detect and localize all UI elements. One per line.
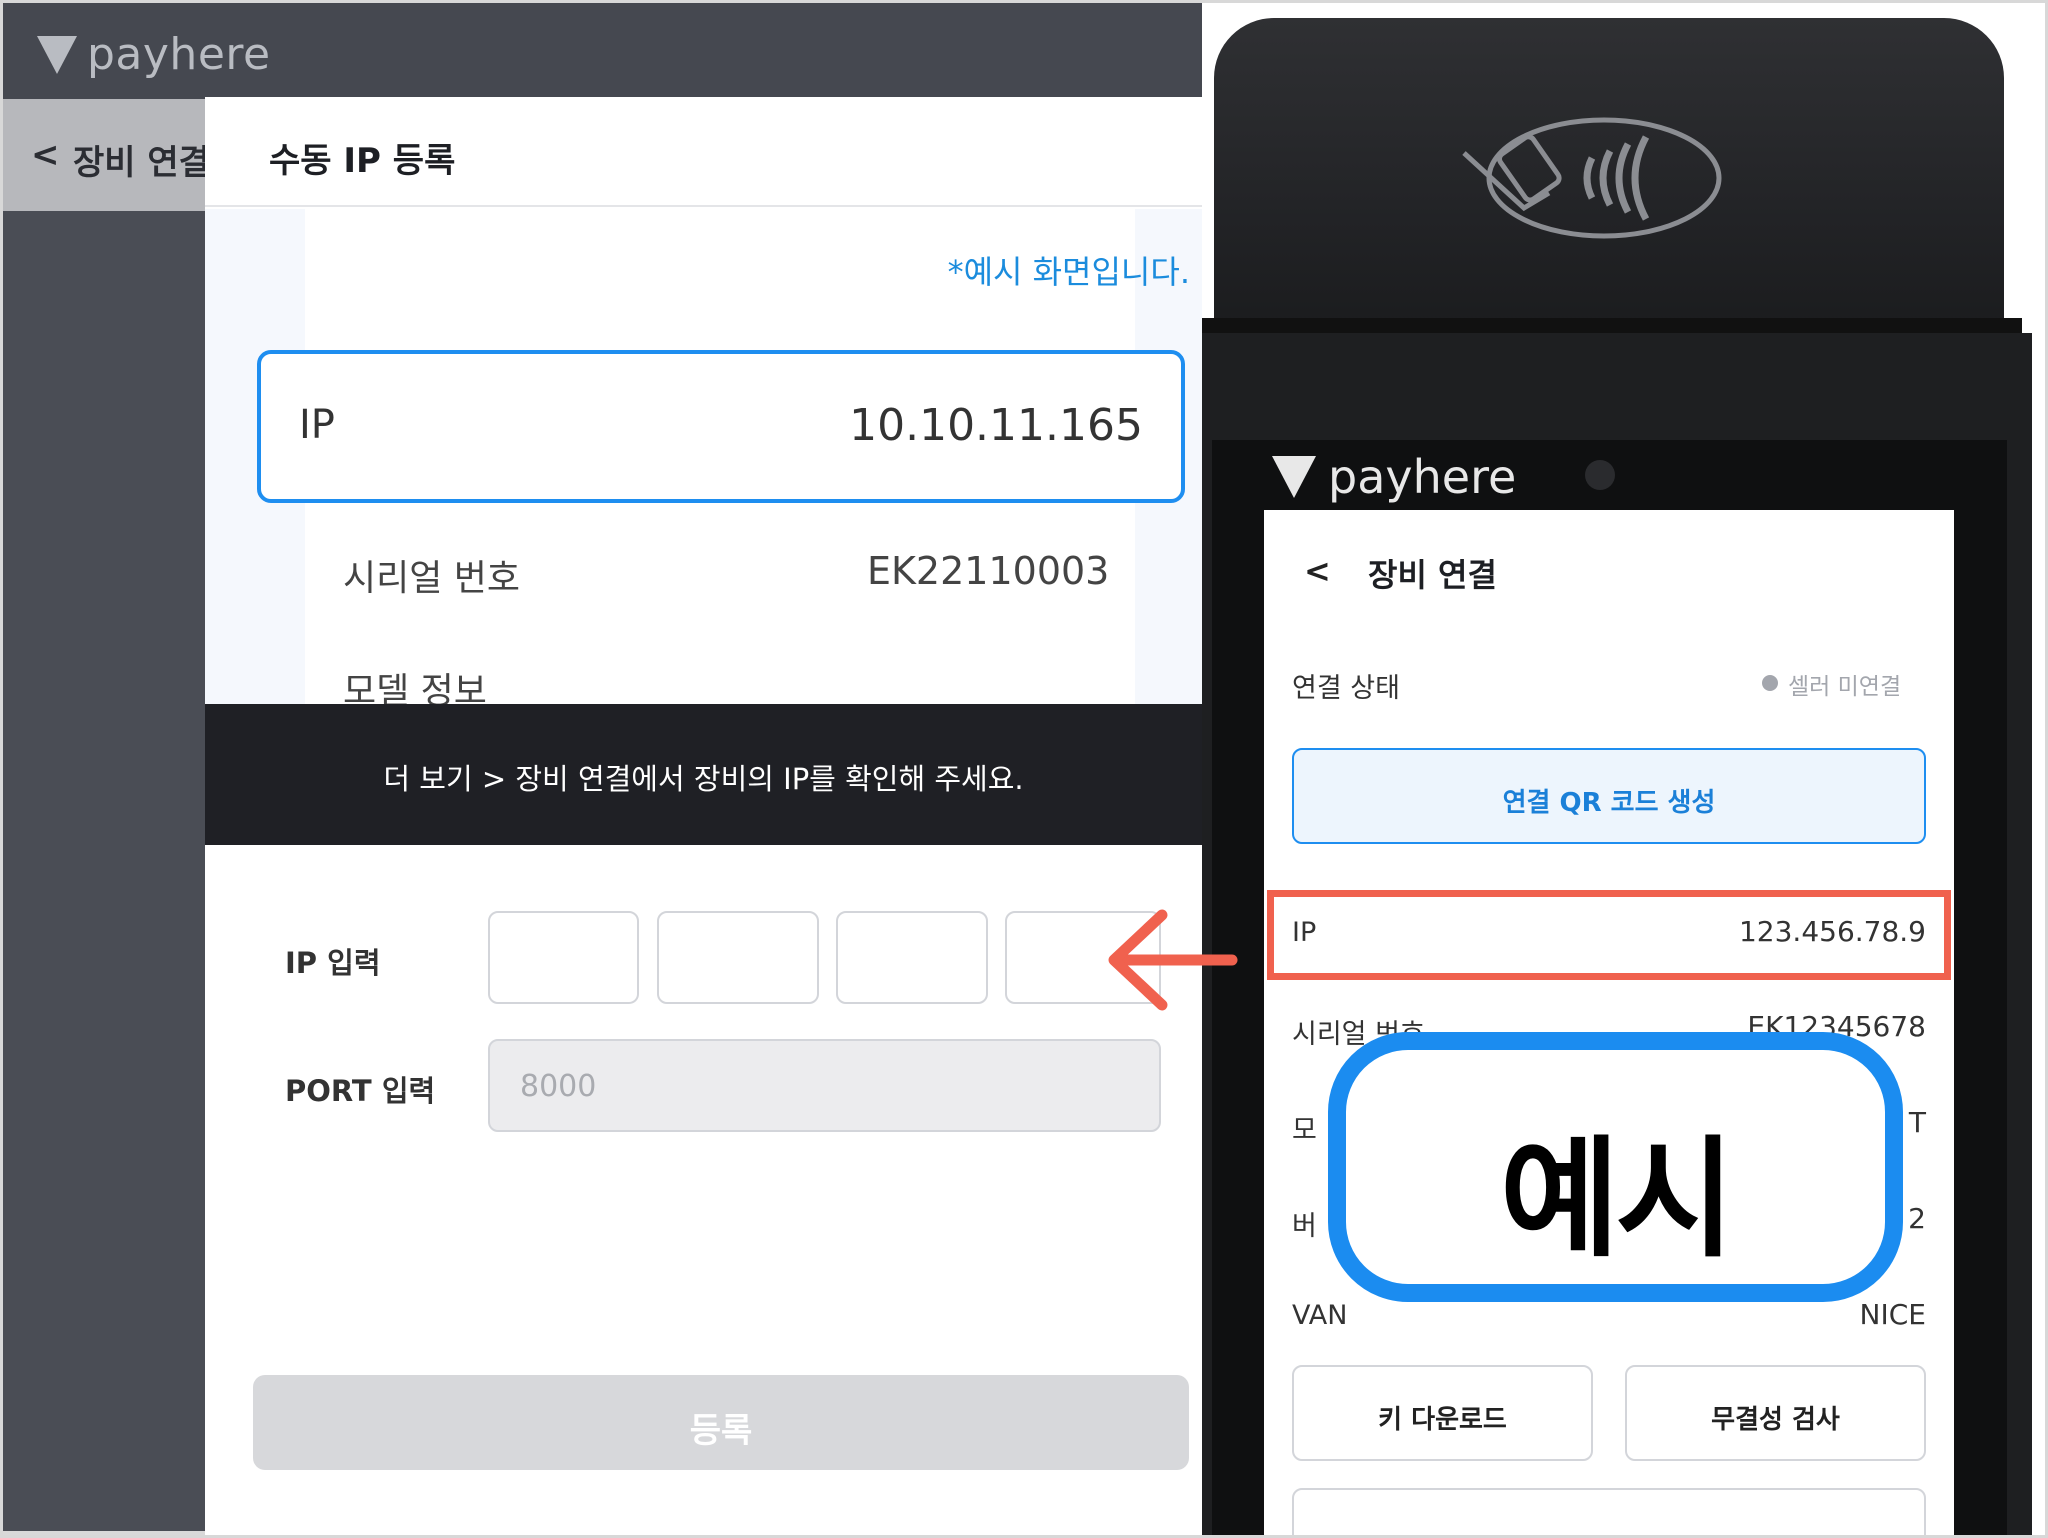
integrity-check-button[interactable]: 무결성 검사 — [1625, 1365, 1926, 1461]
integrity-check-label: 무결성 검사 — [1711, 1405, 1840, 1435]
key-download-button[interactable]: 키 다운로드 — [1292, 1365, 1593, 1461]
payment-terminal-photo: payhere < 장비 연결 연결 상태 셀러 미연결 연결 QR 코드 생성… — [1202, 0, 2045, 1535]
preview-model-label: 모델 정보 — [343, 671, 487, 704]
modal-title: 수동 IP 등록 — [269, 141, 456, 181]
screen-version-value: 2 — [1908, 1202, 1926, 1235]
example-stamp-label: 예시 — [1499, 1123, 1735, 1275]
port-input-label: PORT 입력 — [285, 1074, 436, 1108]
register-button[interactable]: 등록 — [253, 1375, 1189, 1470]
example-note: *예시 화면입니다. — [947, 253, 1190, 291]
preview-serial-label: 시리얼 번호 — [343, 558, 521, 599]
status-dot-icon — [1762, 675, 1778, 691]
sub-header-title: 장비 연결 — [73, 143, 210, 183]
port-value: 8000 — [520, 1069, 597, 1104]
ip-octet-1-input[interactable] — [488, 911, 639, 1004]
screen-ip-label: IP — [1292, 917, 1317, 948]
terminal-logo-icon — [1272, 456, 1316, 498]
example-stamp: 예시 — [1328, 1032, 1903, 1302]
status-value: 셀러 미연결 — [1788, 674, 1902, 700]
example-preview: *예시 화면입니다. IP 10.10.11.165 시리얼 번호 EK2211… — [205, 209, 1202, 704]
payhere-logo-icon — [37, 35, 77, 74]
back-chevron-icon[interactable]: < — [31, 135, 60, 175]
screen-ip-value: 123.456.78.9 — [1738, 915, 1926, 948]
port-input[interactable]: 8000 — [488, 1039, 1161, 1132]
terminal-screen: < 장비 연결 연결 상태 셀러 미연결 연결 QR 코드 생성 IP 123.… — [1264, 510, 1954, 1535]
screen-van-value: NICE — [1859, 1298, 1926, 1331]
generate-qr-label: 연결 QR 코드 생성 — [1502, 788, 1716, 818]
extra-button[interactable] — [1292, 1488, 1926, 1535]
key-download-label: 키 다운로드 — [1378, 1405, 1507, 1435]
contactless-icon — [1462, 117, 1722, 239]
payhere-logo: payhere — [37, 29, 271, 80]
info-banner: 더 보기 > 장비 연결에서 장비의 IP를 확인해 주세요. — [205, 704, 1202, 845]
terminal-top — [1214, 18, 2004, 328]
register-button-label: 등록 — [689, 1411, 753, 1451]
modal-header: 수동 IP 등록 — [205, 97, 1202, 207]
screen-van-label: VAN — [1292, 1300, 1348, 1331]
ip-input-label: IP 입력 — [285, 946, 381, 980]
ip-octet-3-input[interactable] — [836, 911, 988, 1004]
logo-text: payhere — [87, 29, 271, 80]
screen-model-label: 모 — [1292, 1115, 1317, 1146]
screen-model-value: T — [1908, 1106, 1926, 1139]
screen-version-label: 버 — [1292, 1211, 1317, 1242]
status-label: 연결 상태 — [1292, 673, 1400, 704]
terminal-logo-text: payhere — [1328, 450, 1517, 504]
camera-icon — [1585, 460, 1615, 490]
generate-qr-button[interactable]: 연결 QR 코드 생성 — [1292, 748, 1926, 844]
preview-ip-card: IP 10.10.11.165 — [257, 350, 1185, 503]
terminal-logo: payhere — [1272, 450, 1516, 504]
screen-title: 장비 연결 — [1368, 556, 1497, 594]
preview-ip-label: IP — [299, 402, 335, 448]
preview-ip-value: 10.10.11.165 — [849, 400, 1143, 451]
preview-serial-value: EK22110003 — [867, 549, 1110, 593]
info-banner-text: 더 보기 > 장비 연결에서 장비의 IP를 확인해 주세요. — [383, 762, 1024, 796]
pointer-arrow-icon — [1108, 909, 1238, 1011]
ip-octet-2-input[interactable] — [657, 911, 819, 1004]
manual-ip-modal: 수동 IP 등록 *예시 화면입니다. IP 10.10.11.165 시리얼 … — [205, 97, 1202, 1535]
screen-back-icon[interactable]: < — [1304, 552, 1331, 590]
